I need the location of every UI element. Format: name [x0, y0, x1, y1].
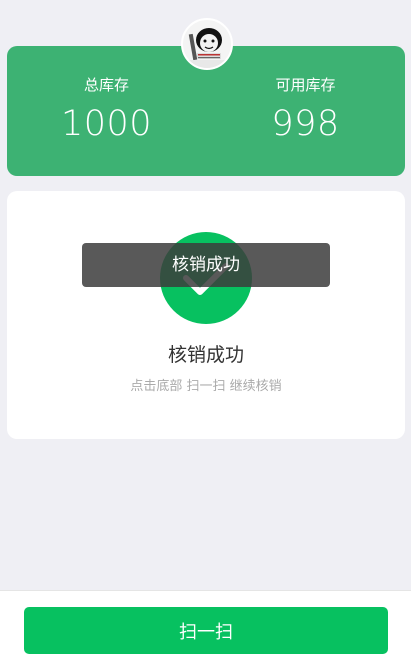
page: 总库存 1000 可用库存 998 核销成功 点击底部 扫一扫 继续核销 核销成… — [0, 0, 411, 665]
result-card: 核销成功 点击底部 扫一扫 继续核销 — [7, 191, 405, 439]
result-title: 核销成功 — [167, 344, 244, 366]
toast-message: 核销成功 — [82, 243, 330, 287]
available-stock-value: 998 — [271, 104, 340, 144]
bottom-bar: 扫一扫 — [0, 590, 411, 665]
result-hint: 点击底部 扫一扫 继续核销 — [130, 379, 282, 394]
total-stock-label: 总库存 — [83, 76, 129, 94]
meme-avatar-icon — [183, 20, 231, 68]
available-stock-label: 可用库存 — [275, 76, 336, 94]
scan-button[interactable]: 扫一扫 — [24, 607, 388, 654]
total-stock-value: 1000 — [60, 104, 153, 144]
avatar[interactable] — [181, 18, 233, 70]
